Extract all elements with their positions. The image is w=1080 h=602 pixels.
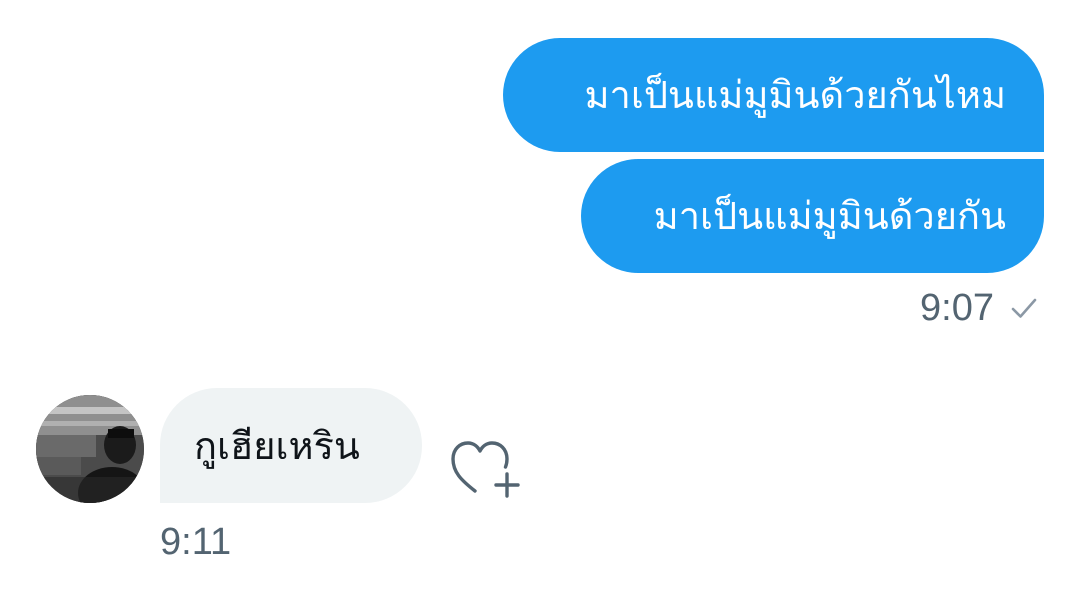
received-message-bubble[interactable]: กูเฮียเหริน bbox=[160, 388, 422, 503]
sent-timestamp: 9:07 bbox=[920, 286, 994, 329]
received-timestamp: 9:11 bbox=[160, 520, 232, 563]
checkmark-icon bbox=[1011, 298, 1037, 318]
sender-avatar[interactable] bbox=[36, 395, 144, 503]
sent-message-meta: 9:07 bbox=[920, 284, 1040, 332]
heart-plus-icon[interactable] bbox=[447, 434, 523, 500]
received-message-text: กูเฮียเหริน bbox=[194, 423, 360, 468]
avatar-photo bbox=[36, 395, 144, 503]
sent-message-text: มาเป็นแม่มูมินด้วยกัน bbox=[653, 194, 1006, 238]
sent-message-bubble[interactable]: มาเป็นแม่มูมินด้วยกัน bbox=[581, 159, 1044, 273]
sent-message-bubble[interactable]: มาเป็นแม่มูมินด้วยกันไหม bbox=[503, 38, 1044, 152]
received-message-meta: 9:11 bbox=[160, 518, 231, 566]
sent-message-text: มาเป็นแม่มูมินด้วยกันไหม bbox=[584, 73, 1006, 117]
